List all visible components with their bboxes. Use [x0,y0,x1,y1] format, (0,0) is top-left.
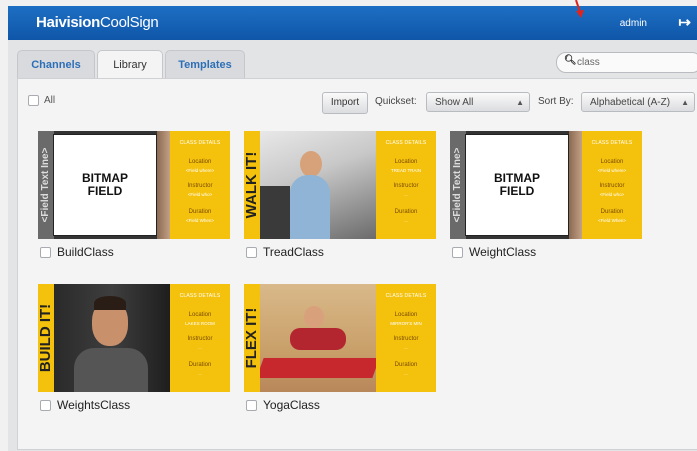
photo-sliver [157,131,171,239]
item-checkbox[interactable] [40,399,51,411]
select-all-label: All [44,95,56,106]
search-input[interactable] [577,55,695,69]
logout-icon[interactable]: ↦ [678,13,691,31]
annotation-arrow-icon [575,0,584,18]
class-details-panel: CLASS DETAILS Location <Field where> Ins… [582,131,642,239]
class-photo [54,284,170,392]
tab-templates[interactable]: Templates [165,50,245,79]
photo-mat [260,358,376,378]
item-checkbox[interactable] [40,246,51,258]
template-item-yogaclass[interactable]: YogaClass [246,398,320,412]
quickset-label: Quickset: [375,96,417,107]
photo-machine [260,186,290,239]
sortby-select[interactable]: Alphabetical (A-Z) ▲ [581,92,695,112]
select-caret-icon: ▲ [516,98,524,107]
photo-head [304,306,324,328]
app-header: HaivisionCoolSign admin ↦ [8,6,697,40]
class-details-panel: CLASS DETAILS Location TREAD TRAIN Instr… [376,131,436,239]
class-details-panel: CLASS DETAILS Location MIRROR'S MIN Inst… [376,284,436,392]
import-button[interactable]: Import [322,92,368,114]
photo-body [74,348,148,392]
photo-sliver [569,131,583,239]
template-thumbnail[interactable]: BUILD IT! CLASS DETAILS Location LAKES R… [38,284,230,392]
thumbnail-strip: WALK IT! [244,131,260,239]
item-checkbox[interactable] [246,399,257,411]
photo-body [290,328,346,350]
template-thumbnail[interactable]: FLEX IT! CLASS DETAILS Location MIRROR'S… [244,284,436,392]
thumbnail-strip: <Field Text Ine> [450,131,466,239]
class-details-panel: CLASS DETAILS Location <Field where> Ins… [170,131,230,239]
photo-body [290,175,330,239]
tab-library[interactable]: Library [97,50,163,80]
library-content: All Import Quickset: Show All ▲ Sort By: … [17,78,697,450]
template-item-weightclass[interactable]: WeightClass [452,245,536,259]
template-thumbnail[interactable]: <Field Text Ine> BITMAP FIELD CLASS DETA… [38,131,230,239]
template-thumbnail[interactable]: <Field Text Ine> BITMAP FIELD CLASS DETA… [450,131,642,239]
quickset-select[interactable]: Show All ▲ [426,92,530,112]
class-photo [260,284,376,392]
class-details-panel: CLASS DETAILS Location LAKES ROOM Instru… [170,284,230,392]
thumbnail-strip: BUILD IT! [38,284,54,392]
class-photo [260,131,376,239]
template-item-buildclass[interactable]: BuildClass [40,245,114,259]
user-menu[interactable]: admin [620,18,647,29]
app-logo[interactable]: HaivisionCoolSign [36,14,159,31]
template-item-weightsclass[interactable]: WeightsClass [40,398,130,412]
select-all[interactable]: All [28,95,55,106]
sortby-label: Sort By: [538,96,574,107]
bitmap-field: BITMAP FIELD [53,134,157,236]
bitmap-field: BITMAP FIELD [465,134,569,236]
item-checkbox[interactable] [246,246,257,258]
main-panel: Channels Library Templates 🔍︎ All Import… [8,40,697,451]
photo-hair [94,296,126,310]
tab-channels[interactable]: Channels [17,50,95,79]
thumbnail-strip: <Field Text Ine> [38,131,54,239]
search-box[interactable]: 🔍︎ [556,52,697,73]
search-icon: 🔍︎ [564,55,577,66]
select-caret-icon: ▲ [681,98,689,107]
template-thumbnail[interactable]: WALK IT! CLASS DETAILS Location TREAD TR… [244,131,436,239]
thumbnail-strip: FLEX IT! [244,284,260,392]
item-checkbox[interactable] [452,246,463,258]
template-item-treadclass[interactable]: TreadClass [246,245,324,259]
select-all-checkbox[interactable] [28,95,39,106]
photo-head [300,151,322,177]
